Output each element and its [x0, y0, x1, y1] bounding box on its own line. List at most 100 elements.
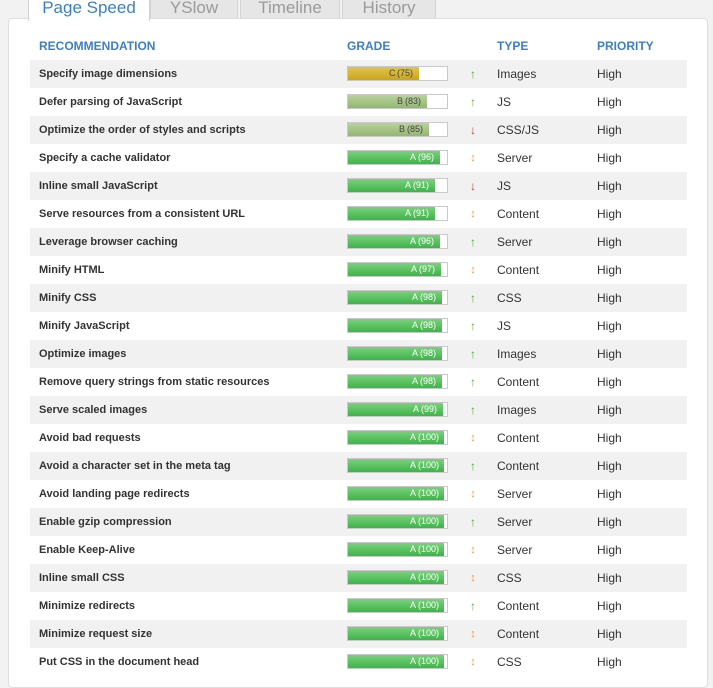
- recommendation-priority: High: [597, 179, 622, 193]
- table-row[interactable]: Inline small JavaScript A (91) ↓ JS High: [30, 172, 687, 200]
- tab-page-speed[interactable]: Page Speed: [28, 0, 150, 21]
- arrow-up-icon: ↑: [470, 347, 476, 361]
- recommendation-name[interactable]: Avoid bad requests: [39, 424, 141, 452]
- table-row[interactable]: Avoid a character set in the meta tag A (1…: [30, 452, 687, 480]
- recommendation-priority: High: [597, 627, 622, 641]
- grade-score: (100): [418, 600, 440, 610]
- table-row[interactable]: Defer parsing of JavaScript B (83) ↑ JS High: [30, 88, 687, 116]
- grade-letter: A: [410, 488, 417, 498]
- header-type: TYPE: [497, 39, 529, 53]
- recommendation-name[interactable]: Enable gzip compression: [39, 508, 172, 536]
- grade-score: (91): [413, 208, 430, 218]
- grade-bar: A (91): [347, 178, 448, 193]
- arrow-up-icon: ↑: [470, 375, 476, 389]
- table-row[interactable]: Minimize redirects A (100) ↑ Content High: [30, 592, 687, 620]
- recommendation-name[interactable]: Minimize redirects: [39, 592, 135, 620]
- tab-yslow[interactable]: YSlow: [150, 0, 238, 19]
- recommendation-type: JS: [497, 179, 512, 193]
- recommendation-priority: High: [597, 459, 622, 473]
- table-row[interactable]: Specify image dimensions C (75) ↑ Images High: [30, 60, 687, 88]
- grade-letter: A: [410, 600, 417, 610]
- grade-score: (83): [405, 96, 422, 106]
- header-grade: GRADE: [347, 39, 391, 53]
- grade-score: (100): [418, 516, 440, 526]
- recommendation-name[interactable]: Specify a cache validator: [39, 144, 170, 172]
- table-row[interactable]: Optimize the order of styles and scripts…: [30, 116, 687, 144]
- table-row[interactable]: Remove query strings from static resourc…: [30, 368, 687, 396]
- grade-bar: C (75): [347, 66, 448, 81]
- table-row[interactable]: Avoid landing page redirects A (100) ↕ Serve…: [30, 480, 687, 508]
- recommendation-name[interactable]: Optimize the order of styles and scripts: [39, 116, 246, 144]
- recommendation-type: Server: [497, 151, 533, 165]
- recommendation-name[interactable]: Enable Keep-Alive: [39, 536, 135, 564]
- grade-letter: A: [412, 320, 419, 330]
- table-row[interactable]: Inline small CSS A (100) ↕ CSS High: [30, 564, 687, 592]
- grade-letter: A: [405, 208, 412, 218]
- table-row[interactable]: Specify a cache validator A (96) ↕ Server Hig…: [30, 144, 687, 172]
- recommendation-type: Content: [497, 375, 540, 389]
- table-row[interactable]: Minify JavaScript A (98) ↑ JS High: [30, 312, 687, 340]
- recommendation-priority: High: [597, 95, 622, 109]
- recommendation-priority: High: [597, 319, 622, 333]
- recommendation-name[interactable]: Remove query strings from static resourc…: [39, 368, 269, 396]
- recommendation-name[interactable]: Minify CSS: [39, 284, 96, 312]
- grade-score: (99): [421, 404, 438, 414]
- tab-timeline[interactable]: Timeline: [240, 0, 340, 19]
- recommendation-name[interactable]: Minify HTML: [39, 256, 104, 284]
- recommendation-name[interactable]: Optimize images: [39, 340, 126, 368]
- grade-letter: A: [410, 572, 417, 582]
- grade-bar: A (96): [347, 150, 448, 165]
- grade-letter: A: [412, 376, 419, 386]
- recommendation-type: Content: [497, 263, 540, 277]
- grade-bar: B (85): [347, 122, 448, 137]
- table-row[interactable]: Avoid bad requests A (100) ↕ Content High: [30, 424, 687, 452]
- grade-letter: A: [410, 544, 417, 554]
- table-row[interactable]: Serve scaled images A (99) ↑ Images High: [30, 396, 687, 424]
- recommendation-priority: High: [597, 151, 622, 165]
- recommendation-type: CSS: [497, 655, 522, 669]
- recommendation-name[interactable]: Inline small CSS: [39, 564, 125, 592]
- recommendation-name[interactable]: Avoid a character set in the meta tag: [39, 452, 231, 480]
- recommendation-name[interactable]: Defer parsing of JavaScript: [39, 88, 182, 116]
- recommendation-type: Content: [497, 207, 540, 221]
- recommendation-priority: High: [597, 571, 622, 585]
- grade-score: (100): [418, 628, 440, 638]
- recommendation-type: CSS: [497, 291, 522, 305]
- recommendation-name[interactable]: Specify image dimensions: [39, 60, 177, 88]
- recommendation-name[interactable]: Put CSS in the document head: [39, 648, 199, 676]
- recommendation-priority: High: [597, 515, 622, 529]
- recommendation-name[interactable]: Serve scaled images: [39, 396, 147, 424]
- table-row[interactable]: Serve resources from a consistent URL A (9…: [30, 200, 687, 228]
- recommendation-name[interactable]: Serve resources from a consistent URL: [39, 200, 245, 228]
- tab-history[interactable]: History: [342, 0, 436, 19]
- grade-score: (96): [418, 152, 435, 162]
- recommendation-type: Images: [497, 67, 537, 81]
- recommendation-priority: High: [597, 207, 622, 221]
- table-row[interactable]: Minify CSS A (98) ↑ CSS High: [30, 284, 687, 312]
- recommendation-name[interactable]: Minify JavaScript: [39, 312, 129, 340]
- table-row[interactable]: Minimize request size A (100) ↕ Content High: [30, 620, 687, 648]
- grade-score: (75): [397, 68, 414, 78]
- grade-letter: A: [413, 404, 420, 414]
- table-row[interactable]: Enable gzip compression A (100) ↑ Server High: [30, 508, 687, 536]
- grade-score: (100): [418, 488, 440, 498]
- recommendation-type: Content: [497, 459, 540, 473]
- table-row[interactable]: Minify HTML A (97) ↕ Content High: [30, 256, 687, 284]
- recommendation-type: CSS: [497, 571, 522, 585]
- grade-bar: A (100): [347, 626, 448, 641]
- grade-score: (100): [418, 544, 440, 554]
- grade-bar: A (100): [347, 514, 448, 529]
- table-row[interactable]: Optimize images A (98) ↑ Images High: [30, 340, 687, 368]
- table-row[interactable]: Put CSS in the document head A (100) ↕ CSS Hi…: [30, 648, 687, 676]
- arrow-up-down-icon: ↕: [470, 488, 476, 500]
- table-row[interactable]: Leverage browser caching A (96) ↑ Server High: [30, 228, 687, 256]
- recommendation-name[interactable]: Inline small JavaScript: [39, 172, 158, 200]
- recommendation-name[interactable]: Leverage browser caching: [39, 228, 178, 256]
- arrow-up-down-icon: ↕: [470, 264, 476, 276]
- recommendation-priority: High: [597, 431, 622, 445]
- recommendation-name[interactable]: Avoid landing page redirects: [39, 480, 190, 508]
- table-row[interactable]: Enable Keep-Alive A (100) ↕ Server High: [30, 536, 687, 564]
- arrow-up-icon: ↑: [470, 459, 476, 473]
- recommendation-priority: High: [597, 599, 622, 613]
- recommendation-name[interactable]: Minimize request size: [39, 620, 152, 648]
